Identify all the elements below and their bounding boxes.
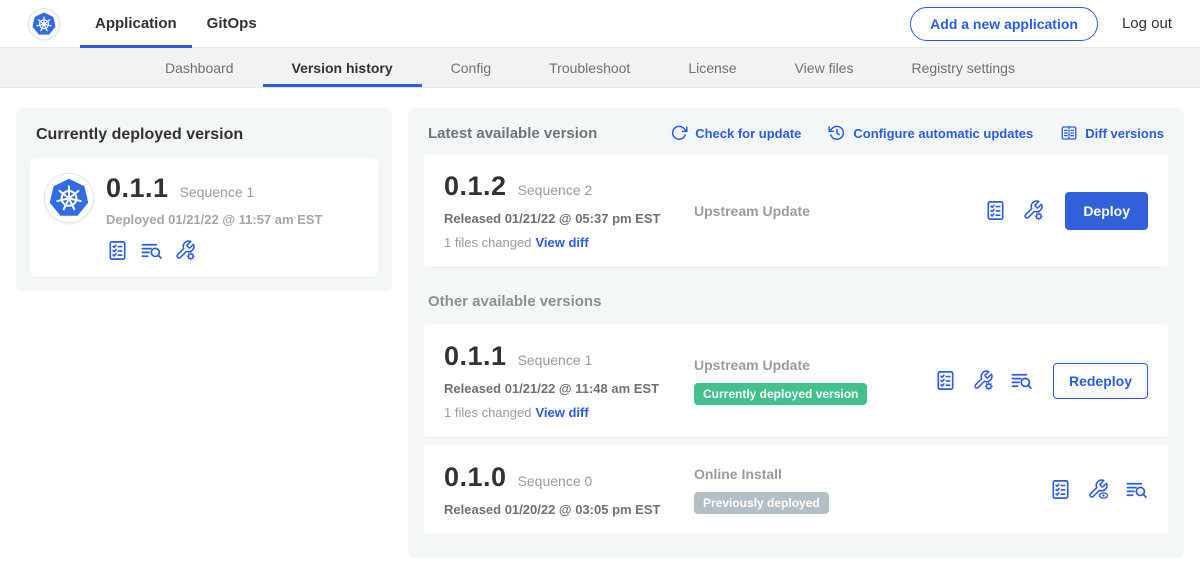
check-for-update-link[interactable]: Check for update [670,124,801,142]
release-notes-icon[interactable] [934,369,957,392]
files-changed-label: 1 files changed [444,235,531,250]
view-diff-link[interactable]: View diff [535,405,588,420]
app-subnav: Dashboard Version history Config Trouble… [0,48,1200,88]
edit-config-icon[interactable] [972,369,995,392]
view-diff-link[interactable]: View diff [535,235,588,250]
tab-gitops-label: GitOps [207,15,257,32]
subnav-tab-config[interactable]: Config [422,48,520,87]
kubernetes-logo [28,8,60,40]
previously-deployed-badge: Previously deployed [694,492,829,514]
tab-application[interactable]: Application [80,0,192,47]
version-number: 0.1.1 [444,341,507,372]
top-navbar: Application GitOps Add a new application… [0,0,1200,48]
released-timestamp: Released 01/21/22 @ 05:37 pm EST [444,211,694,226]
configure-automatic-updates-link[interactable]: Configure automatic updates [828,124,1033,142]
subnav-tab-dashboard[interactable]: Dashboard [136,48,263,87]
subnav-tab-registry-settings[interactable]: Registry settings [882,48,1043,87]
subnav-tab-license[interactable]: License [659,48,765,87]
kubernetes-helm-icon [32,12,56,36]
subnav-tab-view-files[interactable]: View files [766,48,883,87]
other-versions-title: Other available versions [428,293,1164,310]
deployed-sequence-label: Sequence 1 [180,184,255,200]
kubernetes-helm-icon [49,178,89,218]
currently-deployed-panel: Currently deployed version 0.1.1 Sequenc… [16,108,392,291]
diff-versions-link[interactable]: Diff versions [1060,124,1164,142]
view-logs-icon[interactable] [140,239,163,262]
deploy-button[interactable]: Deploy [1065,192,1148,230]
application-icon [44,173,94,223]
deployed-version-card: 0.1.1 Sequence 1 Deployed 01/21/22 @ 11:… [30,158,378,277]
sequence-label: Sequence 2 [518,182,593,198]
deployed-version-number: 0.1.1 [106,173,169,204]
view-logs-icon[interactable] [1125,478,1148,501]
add-application-button[interactable]: Add a new application [910,7,1098,41]
diff-versions-label: Diff versions [1085,126,1164,141]
currently-deployed-badge: Currently deployed version [694,383,867,405]
files-changed-label: 1 files changed [444,405,531,420]
release-notes-icon[interactable] [1049,478,1072,501]
edit-config-icon[interactable] [1022,199,1045,222]
version-history-page: Currently deployed version 0.1.1 Sequenc… [0,88,1200,578]
version-source-label: Upstream Update [694,357,934,373]
latest-available-title: Latest available version [428,125,597,142]
deployed-panel-title: Currently deployed version [36,126,372,144]
logout-link[interactable]: Log out [1122,15,1172,32]
release-notes-icon[interactable] [106,239,129,262]
view-logs-icon[interactable] [1010,369,1033,392]
version-number: 0.1.0 [444,462,507,493]
version-number: 0.1.2 [444,171,507,202]
release-notes-icon[interactable] [984,199,1007,222]
check-for-update-label: Check for update [695,126,801,141]
edit-config-icon[interactable] [174,239,197,262]
released-timestamp: Released 01/20/22 @ 03:05 pm EST [444,502,694,517]
configure-automatic-updates-label: Configure automatic updates [853,126,1033,141]
tab-gitops[interactable]: GitOps [192,0,272,47]
refresh-icon [670,124,688,142]
version-card: 0.1.2 Sequence 2 Released 01/21/22 @ 05:… [424,154,1168,267]
released-timestamp: Released 01/21/22 @ 11:48 am EST [444,381,694,396]
view-config-icon[interactable] [1087,478,1110,501]
version-source-label: Online Install [694,466,1049,482]
diff-icon [1060,124,1078,142]
redeploy-button[interactable]: Redeploy [1053,363,1148,399]
version-source-label: Upstream Update [694,203,984,219]
subnav-tab-troubleshoot[interactable]: Troubleshoot [520,48,659,87]
tab-application-label: Application [95,15,177,32]
app-switcher: Application GitOps [80,0,272,47]
subnav-tab-version-history[interactable]: Version history [263,48,422,87]
deployed-timestamp: Deployed 01/21/22 @ 11:57 am EST [106,212,322,227]
version-card: 0.1.0 Sequence 0 Released 01/20/22 @ 03:… [424,445,1168,534]
sequence-label: Sequence 0 [518,473,593,489]
auto-update-icon [828,124,846,142]
version-card: 0.1.1 Sequence 1 Released 01/21/22 @ 11:… [424,324,1168,437]
available-versions-panel: Latest available version Check for updat… [408,108,1184,558]
sequence-label: Sequence 1 [518,352,593,368]
